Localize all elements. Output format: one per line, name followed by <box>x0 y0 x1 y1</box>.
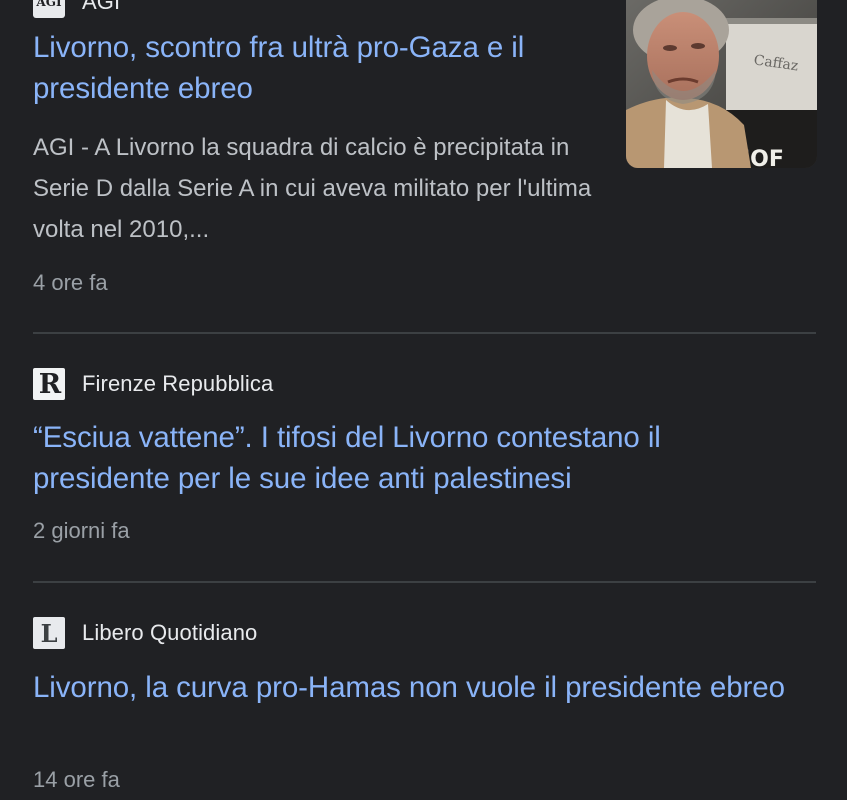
publish-time: 4 ore fa <box>33 270 108 295</box>
news-card[interactable]: R Firenze Repubblica “Esciua vattene”. I… <box>0 334 847 582</box>
article-thumbnail[interactable]: Caffaz JOF <box>626 0 817 168</box>
source-name: AGI <box>82 0 121 14</box>
source-row: R Firenze Repubblica <box>33 368 273 400</box>
repubblica-logo-icon: R <box>33 368 65 400</box>
publish-time: 2 giorni fa <box>33 518 130 543</box>
headline-link[interactable]: “Esciua vattene”. I tifosi del Livorno c… <box>33 417 793 499</box>
news-card[interactable]: AGI AGI Livorno, scontro fra ultrà pro-G… <box>0 0 847 333</box>
source-row: AGI AGI <box>33 0 120 18</box>
publish-time: 14 ore fa <box>33 767 120 792</box>
source-row: L Libero Quotidiano <box>33 617 257 649</box>
source-name: Firenze Repubblica <box>82 371 274 396</box>
headline-link[interactable]: Livorno, la curva pro-Hamas non vuole il… <box>33 667 793 708</box>
article-snippet: AGI - A Livorno la squadra di calcio è p… <box>33 134 592 243</box>
source-name: Libero Quotidiano <box>82 620 258 645</box>
headline-link[interactable]: Livorno, scontro fra ultrà pro-Gaza e il… <box>33 27 603 109</box>
news-card[interactable]: L Libero Quotidiano Livorno, la curva pr… <box>0 583 847 800</box>
libero-logo-icon: L <box>33 617 65 649</box>
agi-logo-icon: AGI <box>33 0 65 18</box>
thumbnail-photo-image: Caffaz JOF <box>626 0 817 168</box>
news-feed: AGI AGI Livorno, scontro fra ultrà pro-G… <box>0 0 847 800</box>
